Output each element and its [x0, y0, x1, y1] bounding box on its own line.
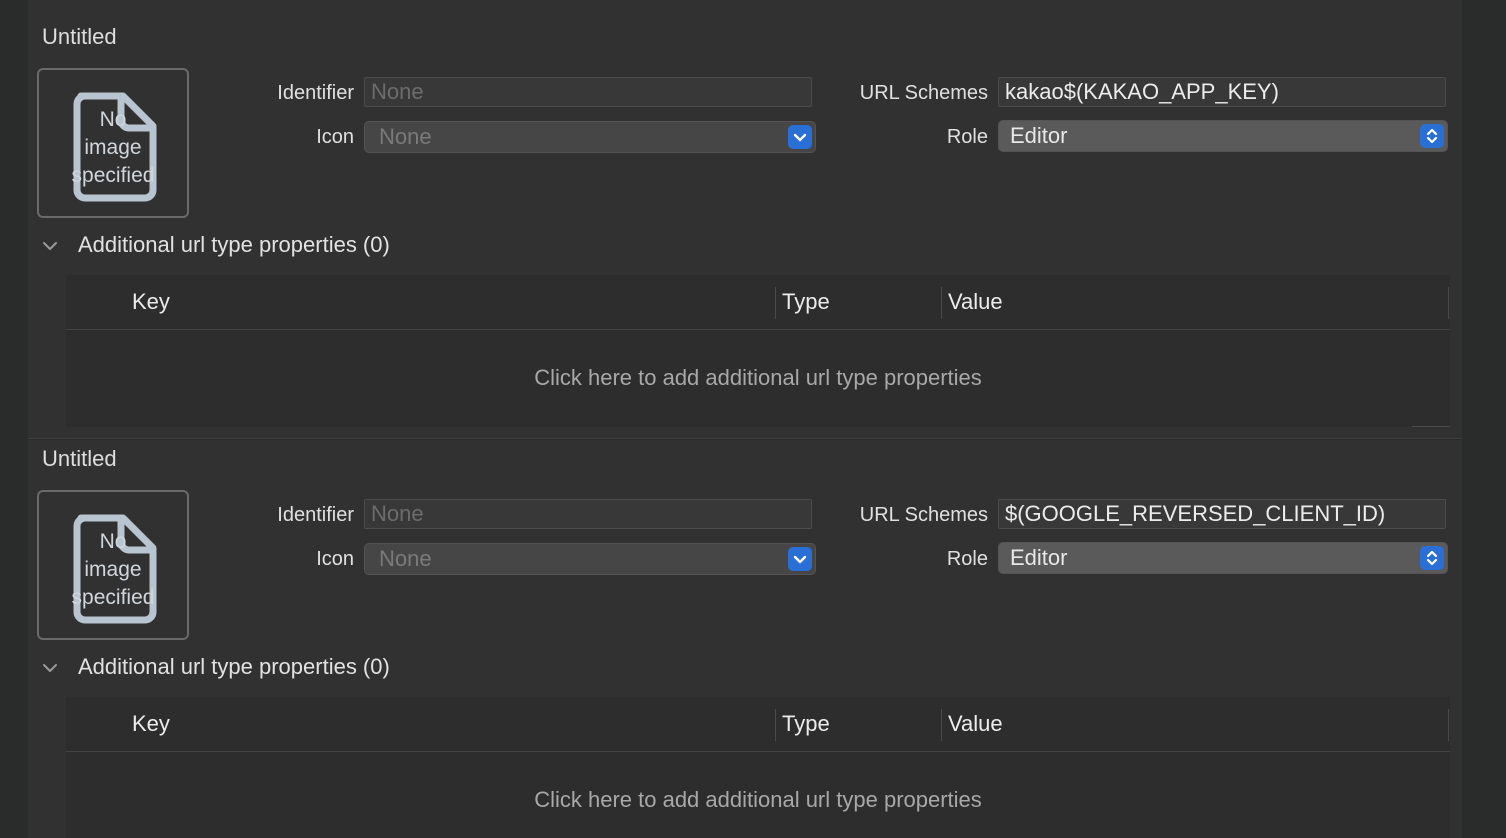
image-well[interactable]: No image specified — [37, 68, 189, 218]
disclosure-icon[interactable] — [42, 660, 58, 676]
url-type-section: Untitled No image specified Identifier N… — [28, 0, 1462, 438]
identifier-label: Identifier — [277, 504, 354, 526]
url-schemes-field[interactable]: kakao$(KAKAO_APP_KEY) — [998, 77, 1446, 107]
role-popup[interactable]: Editor — [998, 542, 1448, 574]
column-separator[interactable] — [775, 287, 776, 319]
icon-popup[interactable]: None — [364, 121, 816, 153]
section-divider — [28, 438, 1462, 439]
column-separator — [1448, 709, 1449, 741]
identifier-label: Identifier — [277, 82, 354, 104]
add-property-placeholder[interactable]: Click here to add additional url type pr… — [66, 365, 1450, 391]
icon-label: Icon — [316, 126, 354, 148]
column-separator[interactable] — [775, 709, 776, 741]
url-type-title: Untitled — [42, 24, 117, 49]
role-popup-value: Editor — [1010, 123, 1068, 148]
role-label: Role — [946, 126, 988, 148]
column-separator[interactable] — [941, 709, 942, 741]
updown-chevron-icon — [1420, 124, 1444, 148]
updown-chevron-icon — [1420, 546, 1444, 570]
column-header-value[interactable]: Value — [948, 711, 1003, 737]
url-schemes-label: URL Schemes — [859, 82, 988, 104]
identifier-field[interactable]: None — [364, 77, 812, 107]
disclosure-icon[interactable] — [42, 238, 58, 254]
image-well[interactable]: No image specified — [37, 490, 189, 640]
column-header-key[interactable]: Key — [132, 711, 170, 737]
scroll-indicator — [1412, 426, 1450, 427]
no-image-text: No image specified — [71, 530, 155, 609]
url-schemes-field[interactable]: $(GOOGLE_REVERSED_CLIENT_ID) — [998, 499, 1446, 529]
additional-properties-label[interactable]: Additional url type properties (0) — [78, 232, 390, 258]
properties-table: Key Type Value Click here to add additio… — [66, 697, 1450, 838]
icon-popup-value: None — [379, 546, 432, 571]
role-label: Role — [946, 548, 988, 570]
identifier-field[interactable]: None — [364, 499, 812, 529]
url-types-editor: Untitled No image specified Identifier N… — [0, 0, 1506, 838]
table-header: Key Type Value — [66, 275, 1450, 330]
url-type-title: Untitled — [42, 446, 117, 471]
icon-label: Icon — [316, 548, 354, 570]
role-popup-value: Editor — [1010, 545, 1068, 570]
url-schemes-label: URL Schemes — [859, 504, 988, 526]
url-type-section: Untitled No image specified Identifier N… — [28, 440, 1462, 838]
role-popup[interactable]: Editor — [998, 120, 1448, 152]
no-image-text: No image specified — [71, 108, 155, 187]
properties-table: Key Type Value Click here to add additio… — [66, 275, 1450, 427]
add-property-placeholder[interactable]: Click here to add additional url type pr… — [66, 787, 1450, 813]
additional-properties-label[interactable]: Additional url type properties (0) — [78, 654, 390, 680]
column-separator[interactable] — [941, 287, 942, 319]
column-header-type[interactable]: Type — [782, 289, 830, 315]
column-header-type[interactable]: Type — [782, 711, 830, 737]
icon-popup[interactable]: None — [364, 543, 816, 575]
column-header-key[interactable]: Key — [132, 289, 170, 315]
column-header-value[interactable]: Value — [948, 289, 1003, 315]
table-header: Key Type Value — [66, 697, 1450, 752]
icon-popup-value: None — [379, 124, 432, 149]
column-separator — [1448, 287, 1449, 319]
